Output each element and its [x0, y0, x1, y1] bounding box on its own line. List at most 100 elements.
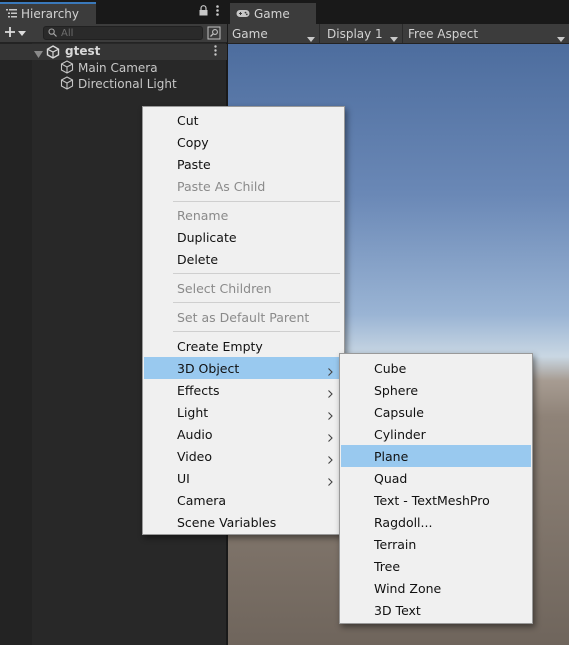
- menu-item-label: Duplicate: [177, 229, 237, 245]
- submenu-item-capsule[interactable]: Capsule: [341, 401, 531, 423]
- game-tab-bar: Game: [228, 0, 569, 24]
- menu-separator: [173, 302, 340, 303]
- search-input[interactable]: [61, 27, 191, 39]
- menu-item-camera[interactable]: Camera: [144, 489, 343, 511]
- menu-item-label: Delete: [177, 251, 219, 267]
- hierarchy-item-label: Main Camera: [78, 61, 158, 75]
- menu-item-label: Light: [177, 404, 209, 420]
- scene-row[interactable]: gtest: [0, 44, 227, 60]
- menu-item-audio[interactable]: Audio: [144, 423, 343, 445]
- menu-item-3d-object[interactable]: 3D Object: [144, 357, 343, 379]
- plus-icon: [4, 26, 16, 41]
- menu-item-scene-variables[interactable]: Scene Variables: [144, 511, 343, 533]
- display-label: Display 1: [327, 26, 383, 41]
- game-toolbar: Game Display 1 Free Aspect: [228, 24, 569, 44]
- submenu-item-cylinder[interactable]: Cylinder: [341, 423, 531, 445]
- submenu-item-terrain[interactable]: Terrain: [341, 533, 531, 555]
- hierarchy-tab-bar: Hierarchy: [0, 0, 227, 24]
- menu-item-delete[interactable]: Delete: [144, 248, 343, 270]
- expand-arrow-icon[interactable]: [34, 48, 43, 62]
- menu-item-rename: Rename: [144, 204, 343, 226]
- list-icon: [6, 7, 17, 21]
- menu-item-label: Paste As Child: [177, 178, 266, 194]
- 3d-object-submenu: Cube Sphere Capsule Cylinder Plane Quad …: [339, 353, 533, 624]
- submenu-item-ragdoll[interactable]: Ragdoll...: [341, 511, 531, 533]
- menu-item-label: Cylinder: [374, 426, 426, 442]
- tab-hierarchy-label: Hierarchy: [21, 7, 80, 21]
- game-mode-dropdown[interactable]: Game: [228, 24, 320, 43]
- submenu-item-text-textmeshpro[interactable]: Text - TextMeshPro: [341, 489, 531, 511]
- menu-item-label: Wind Zone: [374, 580, 442, 596]
- menu-item-label: 3D Object: [177, 360, 240, 376]
- search-filter-icon[interactable]: [207, 26, 221, 40]
- menu-item-label: Quad: [374, 470, 408, 486]
- menu-separator: [173, 201, 340, 202]
- menu-item-cut[interactable]: Cut: [144, 109, 343, 131]
- menu-item-label: Ragdoll...: [374, 514, 433, 530]
- chevron-right-icon: [328, 408, 333, 423]
- menu-item-label: Rename: [177, 207, 229, 223]
- aspect-dropdown[interactable]: Free Aspect: [404, 24, 569, 43]
- menu-item-label: Cube: [374, 360, 407, 376]
- menu-item-label: Effects: [177, 382, 220, 398]
- unity-scene-icon: [46, 45, 60, 62]
- hierarchy-context-menu: Cut Copy Paste Paste As Child Rename Dup…: [142, 106, 345, 535]
- tree-gutter: [0, 43, 32, 645]
- menu-item-label: 3D Text: [374, 602, 421, 618]
- submenu-item-wind-zone[interactable]: Wind Zone: [341, 577, 531, 599]
- scene-options-icon[interactable]: [214, 45, 217, 59]
- kebab-menu-icon[interactable]: [216, 5, 219, 19]
- submenu-item-tree[interactable]: Tree: [341, 555, 531, 577]
- chevron-right-icon: [328, 364, 333, 379]
- create-dropdown-button[interactable]: [4, 25, 34, 41]
- menu-item-label: Paste: [177, 156, 211, 172]
- submenu-item-plane[interactable]: Plane: [341, 445, 531, 467]
- menu-item-label: Terrain: [374, 536, 417, 552]
- hierarchy-toolbar: [0, 24, 227, 43]
- menu-item-label: Set as Default Parent: [177, 309, 310, 325]
- menu-item-paste-as-child: Paste As Child: [144, 175, 343, 197]
- hierarchy-item-directional-light[interactable]: Directional Light: [60, 75, 177, 93]
- submenu-item-3d-text[interactable]: 3D Text: [341, 599, 531, 621]
- scene-name: gtest: [65, 44, 101, 58]
- menu-separator: [173, 331, 340, 332]
- hierarchy-item-main-camera[interactable]: Main Camera: [60, 59, 158, 76]
- menu-item-ui[interactable]: UI: [144, 467, 343, 489]
- menu-item-effects[interactable]: Effects: [144, 379, 343, 401]
- chevron-right-icon: [328, 430, 333, 445]
- game-mode-label: Game: [232, 26, 268, 41]
- menu-item-label: Text - TextMeshPro: [374, 492, 490, 508]
- menu-item-label: Plane: [374, 448, 409, 464]
- submenu-item-sphere[interactable]: Sphere: [341, 379, 531, 401]
- display-dropdown[interactable]: Display 1: [323, 24, 403, 43]
- menu-item-paste[interactable]: Paste: [144, 153, 343, 175]
- submenu-item-quad[interactable]: Quad: [341, 467, 531, 489]
- chevron-down-icon: [390, 31, 398, 45]
- menu-item-label: Copy: [177, 134, 209, 150]
- menu-item-label: UI: [177, 470, 190, 486]
- menu-item-video[interactable]: Video: [144, 445, 343, 467]
- menu-item-light[interactable]: Light: [144, 401, 343, 423]
- gameobject-cube-icon: [60, 75, 74, 93]
- menu-item-label: Capsule: [374, 404, 424, 420]
- menu-item-set-default-parent: Set as Default Parent: [144, 306, 343, 328]
- menu-item-label: Tree: [374, 558, 401, 574]
- menu-item-label: Cut: [177, 112, 199, 128]
- tab-hierarchy[interactable]: Hierarchy: [0, 2, 96, 24]
- menu-item-create-empty[interactable]: Create Empty: [144, 335, 343, 357]
- tab-game[interactable]: Game: [230, 3, 316, 24]
- tab-game-label: Game: [254, 6, 290, 21]
- menu-item-select-children: Select Children: [144, 277, 343, 299]
- menu-item-copy[interactable]: Copy: [144, 131, 343, 153]
- menu-item-label: Scene Variables: [177, 514, 277, 530]
- menu-item-duplicate[interactable]: Duplicate: [144, 226, 343, 248]
- search-icon: [48, 26, 57, 40]
- submenu-item-cube[interactable]: Cube: [341, 357, 531, 379]
- search-field[interactable]: [43, 26, 203, 40]
- chevron-right-icon: [328, 452, 333, 467]
- lock-icon[interactable]: [199, 5, 208, 19]
- hierarchy-item-label: Directional Light: [78, 77, 177, 91]
- chevron-down-icon: [557, 31, 565, 45]
- chevron-down-icon: [307, 31, 315, 45]
- menu-separator: [173, 273, 340, 274]
